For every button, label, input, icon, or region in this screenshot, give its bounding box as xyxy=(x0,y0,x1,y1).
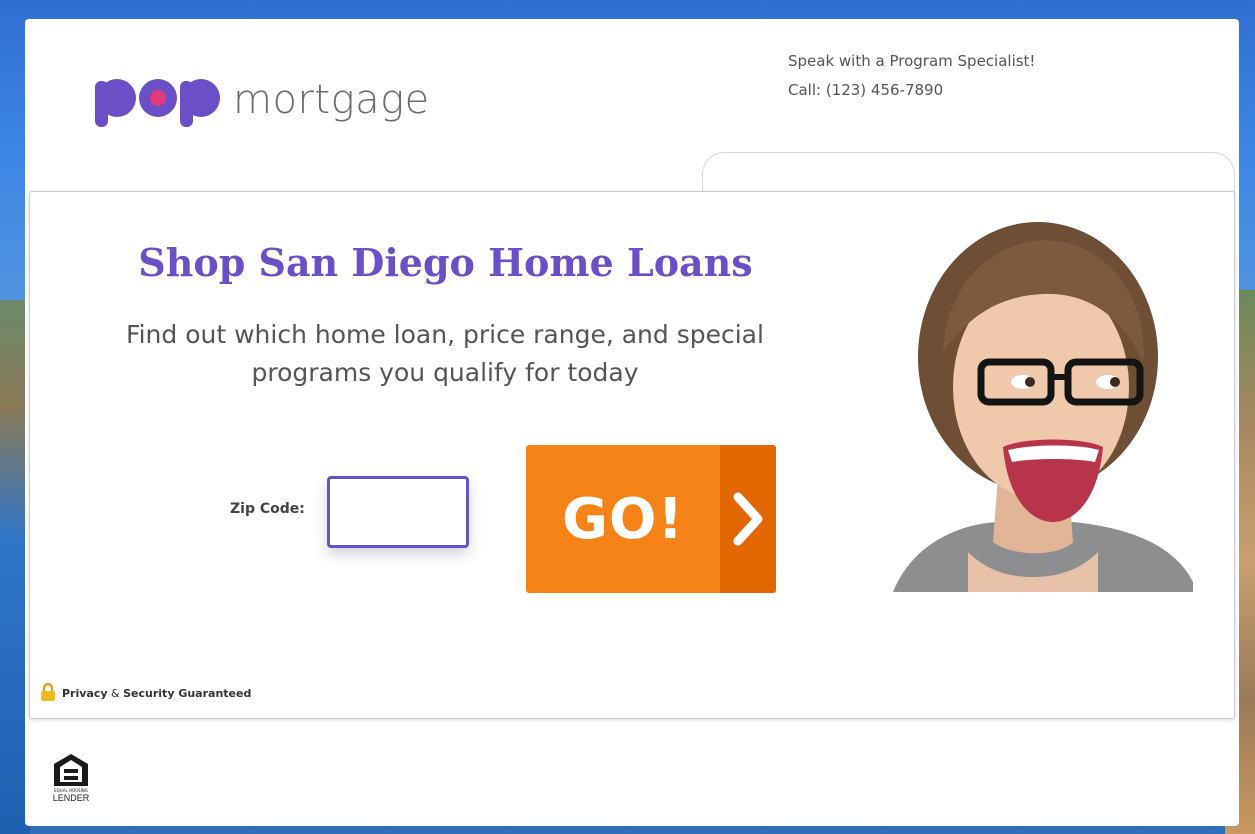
go-button-label: GO! xyxy=(561,486,685,552)
page-container: mortgage Speak with a Program Specialist… xyxy=(25,19,1239,826)
brand-logo[interactable]: mortgage xyxy=(93,71,430,129)
equal-housing-icon xyxy=(54,754,88,786)
card-tab xyxy=(702,152,1235,196)
zip-code-label: Zip Code: xyxy=(230,501,305,517)
page-title: Shop San Diego Home Loans xyxy=(138,240,753,285)
pop-logo-mark-icon xyxy=(95,79,220,127)
contact-tagline: Speak with a Program Specialist! xyxy=(788,52,1036,70)
hero-photo xyxy=(873,222,1193,592)
contact-phone[interactable]: Call: (123) 456-7890 xyxy=(788,76,1035,105)
privacy-label: Privacy xyxy=(62,687,108,700)
page-subtitle: Find out which home loan, price range, a… xyxy=(126,320,764,387)
privacy-ampersand: & xyxy=(111,687,120,700)
contact-info: Speak with a Program Specialist! Call: (… xyxy=(788,47,1035,105)
chevron-right-icon xyxy=(720,445,776,593)
lock-icon xyxy=(40,682,56,705)
privacy-notice: Privacy & Security Guaranteed xyxy=(40,682,251,705)
security-label: Security Guaranteed xyxy=(123,687,252,700)
ehl-big-text: LENDER xyxy=(52,793,90,803)
logo-wordmark: mortgage xyxy=(233,77,430,123)
zip-code-input[interactable] xyxy=(327,476,469,548)
go-button[interactable]: GO! xyxy=(526,445,776,593)
equal-housing-lender-badge: EQUAL HOUSING LENDER xyxy=(47,752,95,804)
lead-form-card: Shop San Diego Home Loans Find out which… xyxy=(29,191,1235,719)
